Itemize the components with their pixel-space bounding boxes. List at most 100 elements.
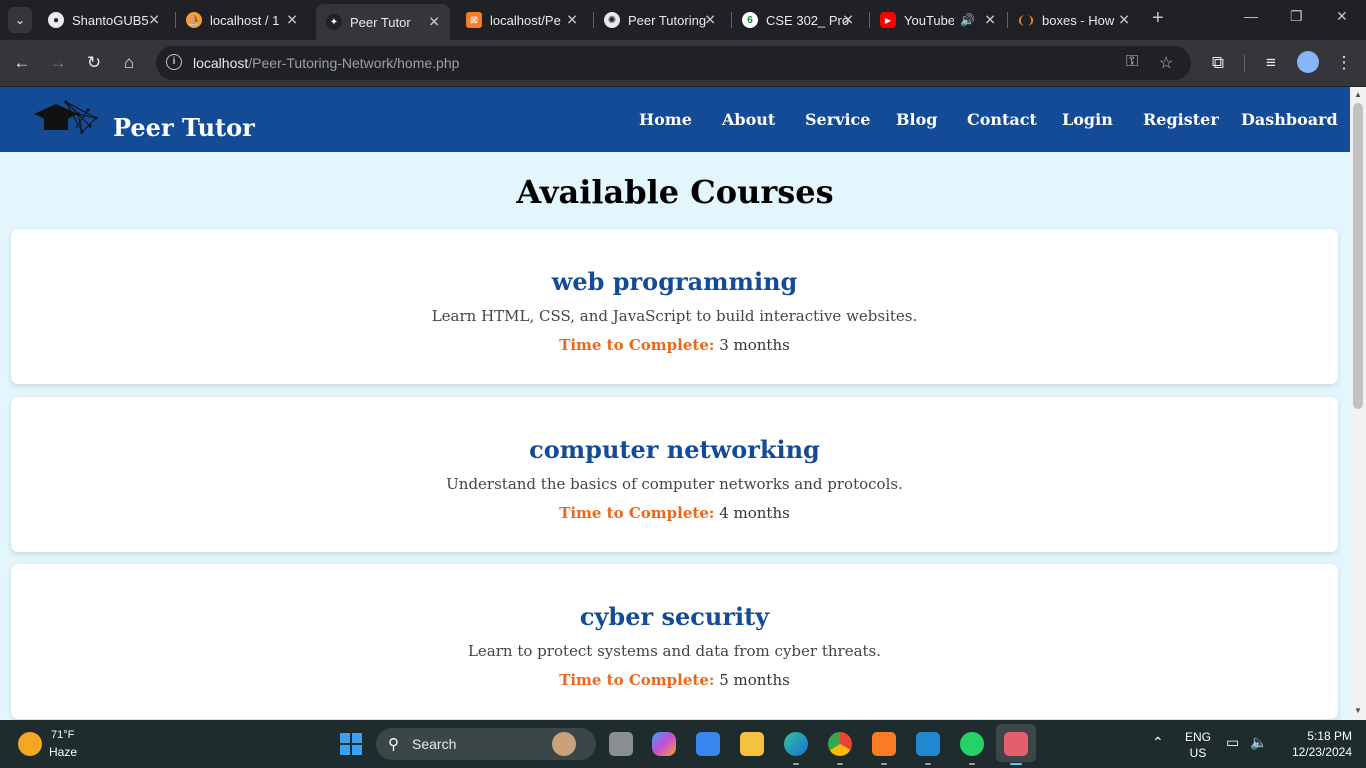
- scroll-up-arrow-icon[interactable]: ▲: [1350, 88, 1366, 102]
- course-duration: Time to Complete: 5 months: [11, 671, 1338, 689]
- extensions-icon[interactable]: ⧉: [1207, 52, 1229, 74]
- minimize-icon[interactable]: —: [1244, 8, 1258, 24]
- restore-icon[interactable]: ❐: [1290, 8, 1303, 25]
- password-key-icon[interactable]: ⚿: [1126, 53, 1138, 71]
- course-title[interactable]: computer networking: [11, 435, 1338, 464]
- reload-icon[interactable]: ↻: [83, 52, 105, 74]
- time-value: 5 months: [719, 671, 790, 689]
- peer-tutor-logo-icon: ✦: [326, 14, 342, 30]
- tab-xampp[interactable]: ⊠ localhost/Pe ✕: [456, 6, 588, 34]
- nav-blog[interactable]: Blog: [896, 110, 937, 129]
- store-icon[interactable]: [696, 732, 720, 756]
- search-highlight-image: [552, 732, 576, 756]
- back-arrow-icon[interactable]: ←: [11, 52, 33, 74]
- page-viewport: Peer Tutor Home About Service Blog Conta…: [0, 87, 1350, 720]
- clock-time[interactable]: 5:18 PM: [1282, 729, 1352, 743]
- tab-youtube[interactable]: ▶ YouTube 🔊 ✕: [870, 6, 1006, 34]
- site-info-icon[interactable]: i: [166, 54, 182, 70]
- youtube-icon: ▶: [880, 12, 896, 28]
- phpmyadmin-icon: ⛵: [186, 12, 202, 28]
- nav-register[interactable]: Register: [1143, 110, 1219, 129]
- close-tab-icon[interactable]: ✕: [148, 12, 160, 29]
- close-window-icon[interactable]: ✕: [1336, 8, 1348, 25]
- course-description: Learn to protect systems and data from c…: [467, 642, 882, 660]
- language-line1[interactable]: ENG: [1183, 730, 1213, 744]
- volume-icon[interactable]: 🔈: [1250, 734, 1267, 751]
- chrome-icon[interactable]: [828, 732, 852, 756]
- tab-github[interactable]: ● ShantoGUB5 ✕: [38, 6, 170, 34]
- course-card[interactable]: computer networking Understand the basic…: [11, 397, 1338, 552]
- xampp-icon[interactable]: [872, 732, 896, 756]
- close-tab-icon[interactable]: ✕: [984, 12, 996, 29]
- clock-date[interactable]: 12/23/2024: [1278, 745, 1352, 759]
- bookmark-star-icon[interactable]: ☆: [1159, 53, 1173, 73]
- close-tab-icon[interactable]: ✕: [704, 12, 716, 29]
- new-tab-button[interactable]: +: [1152, 7, 1164, 30]
- media-control-icon[interactable]: ≡: [1260, 52, 1282, 74]
- browser-toolbar: ← → ↻ ⌂ i localhost/Peer-Tutoring-Networ…: [0, 40, 1366, 86]
- taskbar-search-box[interactable]: ⚲ Search: [376, 728, 596, 760]
- vscode-icon[interactable]: [916, 732, 940, 756]
- time-value: 4 months: [719, 504, 790, 522]
- tab-peer-tutor[interactable]: ✦ Peer Tutor ✕: [316, 4, 450, 40]
- nav-home[interactable]: Home: [639, 110, 692, 129]
- file-explorer-icon[interactable]: [740, 732, 764, 756]
- audio-playing-icon[interactable]: 🔊: [960, 13, 975, 27]
- tab-overleaf[interactable]: 6 CSE 302_ Pro ✕: [732, 6, 864, 34]
- close-tab-icon[interactable]: ✕: [428, 14, 440, 31]
- time-label: Time to Complete:: [559, 671, 715, 689]
- task-view-icon[interactable]: [609, 732, 633, 756]
- course-title[interactable]: web programming: [11, 267, 1338, 296]
- scroll-down-arrow-icon[interactable]: ▼: [1350, 704, 1366, 718]
- whatsapp-icon[interactable]: [960, 732, 984, 756]
- time-label: Time to Complete:: [559, 504, 715, 522]
- url-text[interactable]: localhost/Peer-Tutoring-Network/home.php: [193, 55, 459, 71]
- course-duration: Time to Complete: 4 months: [11, 504, 1338, 522]
- nav-service[interactable]: Service: [805, 110, 870, 129]
- profile-avatar[interactable]: [1297, 51, 1319, 73]
- weather-temperature[interactable]: 71°F: [51, 729, 74, 741]
- edge-icon[interactable]: [784, 732, 808, 756]
- scrollbar-thumb[interactable]: [1353, 103, 1363, 409]
- nav-about[interactable]: About: [722, 110, 775, 129]
- close-tab-icon[interactable]: ✕: [842, 12, 854, 29]
- snipping-tool-icon[interactable]: [1004, 732, 1028, 756]
- weather-haze-icon[interactable]: [18, 732, 42, 756]
- chatgpt-icon: ✺: [604, 12, 620, 28]
- course-card[interactable]: cyber security Learn to protect systems …: [11, 564, 1338, 719]
- active-indicator: [1010, 763, 1022, 765]
- course-card[interactable]: web programming Learn HTML, CSS, and Jav…: [11, 229, 1338, 384]
- tab-phpmyadmin[interactable]: ⛵ localhost / 1 ✕: [176, 6, 308, 34]
- address-bar[interactable]: i localhost/Peer-Tutoring-Network/home.p…: [156, 46, 1191, 80]
- close-tab-icon[interactable]: ✕: [566, 12, 578, 29]
- nav-login[interactable]: Login: [1062, 110, 1113, 129]
- close-tab-icon[interactable]: ✕: [286, 12, 298, 29]
- close-tab-icon[interactable]: ✕: [1118, 12, 1130, 29]
- tab-stackoverflow[interactable]: ❨❩ boxes - How ✕: [1008, 6, 1140, 34]
- running-indicator: [969, 763, 975, 765]
- course-duration: Time to Complete: 3 months: [11, 336, 1338, 354]
- time-value: 3 months: [719, 336, 790, 354]
- course-description: Learn HTML, CSS, and JavaScript to build…: [431, 307, 918, 325]
- nav-dashboard[interactable]: Dashboard: [1241, 110, 1338, 129]
- graduation-cap-logo-icon[interactable]: [32, 98, 98, 138]
- nav-contact[interactable]: Contact: [967, 110, 1037, 129]
- xampp-icon: ⊠: [466, 12, 482, 28]
- page-title: Available Courses: [516, 173, 834, 211]
- home-icon[interactable]: ⌂: [118, 52, 140, 74]
- course-description: Understand the basics of computer networ…: [446, 475, 903, 493]
- show-hidden-icons-icon[interactable]: ⌃: [1152, 734, 1164, 751]
- course-title[interactable]: cyber security: [11, 602, 1338, 631]
- language-line2[interactable]: US: [1183, 746, 1213, 760]
- tab-chatgpt[interactable]: ✺ Peer Tutoring ✕: [594, 6, 726, 34]
- forward-arrow-icon[interactable]: →: [47, 52, 69, 74]
- browser-menu-icon[interactable]: ⋮: [1333, 52, 1355, 74]
- weather-description[interactable]: Haze: [49, 745, 77, 759]
- windows-start-icon[interactable]: [340, 733, 362, 755]
- page-scrollbar[interactable]: ▲ ▼: [1350, 87, 1366, 720]
- network-icon[interactable]: ▭: [1226, 734, 1239, 751]
- copilot-icon[interactable]: [652, 732, 676, 756]
- github-icon: ●: [48, 12, 64, 28]
- site-brand[interactable]: Peer Tutor: [113, 113, 255, 142]
- tab-search-button[interactable]: ⌄: [8, 7, 32, 33]
